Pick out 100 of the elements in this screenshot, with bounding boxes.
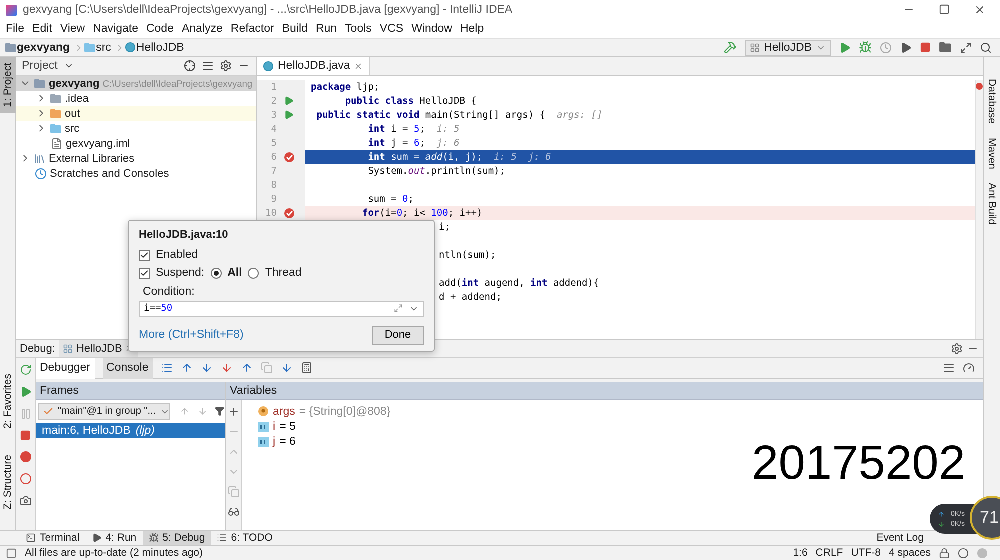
gauge-icon[interactable]	[963, 362, 975, 374]
menu-item[interactable]: Window	[408, 23, 456, 35]
settings-icon[interactable]	[220, 60, 232, 72]
variable-value: = 6	[280, 436, 296, 448]
run-icon[interactable]	[284, 110, 294, 120]
overlay-number: 20175202	[752, 436, 966, 491]
tree-item[interactable]: gexvyang.iml	[16, 136, 256, 151]
menu-item[interactable]: File	[2, 23, 29, 35]
glasses-icon[interactable]	[228, 506, 240, 518]
tool-window-tab[interactable]: Database	[986, 79, 998, 124]
stop-icon[interactable]	[920, 42, 931, 53]
menu-item[interactable]: Analyze	[178, 23, 227, 35]
debug-session-tab[interactable]: HelloJDB	[59, 340, 138, 357]
menu-item[interactable]: Help	[456, 23, 488, 35]
lock-icon[interactable]	[939, 548, 950, 558]
frame-item[interactable]: main:6, HelloJDB (ljp)	[36, 423, 225, 438]
breadcrumb-item[interactable]: src	[96, 42, 112, 54]
checkbox[interactable]	[139, 250, 150, 261]
filter-icon[interactable]	[215, 406, 226, 417]
menu-item[interactable]: Tools	[341, 23, 376, 35]
tool-window-tab[interactable]: 5: Debug	[142, 530, 212, 546]
close-icon[interactable]	[974, 4, 986, 16]
radio-button[interactable]	[210, 268, 222, 279]
tree-label: .idea	[65, 92, 89, 104]
caret-position[interactable]: 1:6	[793, 547, 808, 559]
breadcrumb-item[interactable]: HelloJDB	[136, 42, 184, 54]
add-icon[interactable]	[228, 406, 240, 418]
bug-icon[interactable]	[859, 41, 872, 54]
settings-icon[interactable]	[951, 342, 963, 354]
code-line: sum = 0;	[367, 194, 414, 204]
thread-dropdown[interactable]: "main"@1 in group "...	[38, 403, 170, 420]
tree-item[interactable]: src	[16, 121, 256, 136]
radio-label: Thread	[265, 267, 302, 280]
library-icon	[34, 152, 46, 164]
run-icon[interactable]	[839, 42, 851, 54]
breakpoint-icon[interactable]	[284, 208, 294, 218]
tree-label: out	[65, 108, 80, 120]
indent-setting[interactable]: 4 spaces	[888, 547, 931, 559]
tool-window-tab[interactable]: 6: TODO	[211, 530, 279, 546]
checkbox[interactable]	[139, 268, 150, 279]
menu-item[interactable]: View	[56, 23, 90, 35]
expand-icon[interactable]	[394, 304, 403, 314]
code-line: public static void main(String[] args) { args: []	[316, 110, 603, 120]
file-encoding[interactable]: UTF-8	[851, 547, 881, 559]
close-icon[interactable]	[354, 62, 364, 70]
folder-icon[interactable]	[939, 41, 952, 54]
event-log-tab[interactable]: Event Log	[870, 530, 930, 546]
tool-window-tab[interactable]: Ant Build	[986, 183, 998, 226]
crosshair-icon[interactable]	[184, 60, 196, 72]
stop-icon[interactable]	[20, 430, 31, 441]
tool-window-tab[interactable]: Terminal	[20, 530, 86, 546]
done-button[interactable]: Done	[372, 326, 424, 345]
tree-item[interactable]: External Libraries	[16, 151, 256, 166]
menu-item[interactable]: Edit	[28, 23, 56, 35]
tree-item[interactable]: gexvyang C:\Users\dell\IdeaProjects\gexvyang	[16, 76, 256, 91]
maximize-icon[interactable]	[939, 4, 950, 15]
line-number: 8	[270, 180, 277, 190]
menu-item[interactable]: Navigate	[89, 23, 142, 35]
folder-icon	[5, 42, 17, 54]
line-separator[interactable]: CRLF	[816, 547, 844, 559]
tool-window-tab[interactable]: Z: Structure	[0, 449, 16, 516]
tree-item[interactable]: Scratches and Consoles	[16, 166, 256, 181]
tool-window-tab[interactable]: 1: Project	[0, 57, 16, 114]
debug-label: Debug:	[20, 342, 56, 354]
menu-item[interactable]: VCS	[376, 23, 408, 35]
window-title: gexvyang [C:\Users\dell\IdeaProjects\gexvyang] - ...\src\HelloJDB.java [gexvyang] - IntelliJ IDEA	[23, 4, 513, 16]
menu-item[interactable]: Run	[312, 23, 342, 35]
tool-window-tab[interactable]: 4: Run	[86, 530, 143, 546]
line-number: 5	[270, 138, 277, 148]
editor-tab[interactable]: HelloJDB.java	[257, 57, 370, 75]
variable-name: j	[273, 436, 276, 448]
primitive-icon	[258, 422, 269, 432]
debugger-tab[interactable]: Console	[102, 358, 153, 378]
code-line: ntln(sum);	[438, 250, 496, 260]
hammer-icon[interactable]	[724, 41, 738, 54]
more-link[interactable]: More (Ctrl+Shift+F8)	[139, 329, 244, 342]
search-icon[interactable]	[980, 42, 992, 54]
tree-item[interactable]: .idea	[16, 91, 256, 106]
camera-icon[interactable]	[20, 495, 32, 507]
run-icon[interactable]	[284, 96, 294, 106]
clock-icon	[35, 168, 47, 180]
breakpoint-icon[interactable]	[284, 152, 294, 162]
menu-item[interactable]: Code	[142, 23, 178, 35]
run-config-dropdown[interactable]: HelloJDB	[745, 40, 831, 56]
menu-item[interactable]: Build	[278, 23, 312, 35]
parameter-icon	[258, 406, 269, 417]
calculator-icon[interactable]	[300, 362, 313, 374]
debugger-tab[interactable]: Debugger	[36, 358, 95, 378]
check-icon	[43, 406, 54, 417]
rerun-icon[interactable]	[20, 364, 32, 376]
menu-item[interactable]: Refactor	[226, 23, 278, 35]
breadcrumb-item[interactable]: gexvyang	[17, 42, 70, 54]
radio-button[interactable]	[248, 268, 260, 279]
condition-field[interactable]: i==50	[139, 300, 424, 317]
code-line: int sum = add(i, j); i: 5 j: 6	[367, 152, 552, 162]
tool-window-tab[interactable]: 2: Favorites	[0, 368, 16, 436]
panel-title[interactable]: Project	[22, 60, 58, 72]
tree-item[interactable]: out	[16, 106, 256, 121]
tool-window-tab[interactable]: Maven	[986, 138, 998, 170]
frames-header: Frames	[36, 382, 225, 400]
